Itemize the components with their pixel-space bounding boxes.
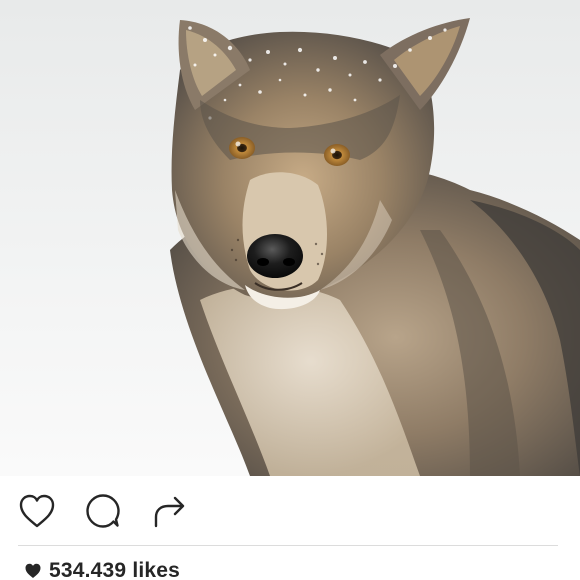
likes-summary[interactable]: 534.439 likes (24, 556, 180, 580)
post-action-bar (0, 476, 580, 546)
comment-bubble-icon (86, 494, 120, 528)
instagram-post: 534.439 likes (0, 0, 580, 580)
heart-filled-icon (25, 563, 41, 578)
share-button[interactable] (148, 490, 190, 532)
share-arrow-icon (154, 496, 185, 528)
section-divider (18, 545, 558, 546)
like-button[interactable] (16, 490, 58, 532)
wolf-photo-illustration (0, 0, 580, 476)
likes-count: 534.439 likes (49, 559, 181, 580)
post-photo[interactable] (0, 0, 580, 476)
comment-button[interactable] (82, 490, 124, 532)
heart-outline-icon (19, 494, 55, 528)
